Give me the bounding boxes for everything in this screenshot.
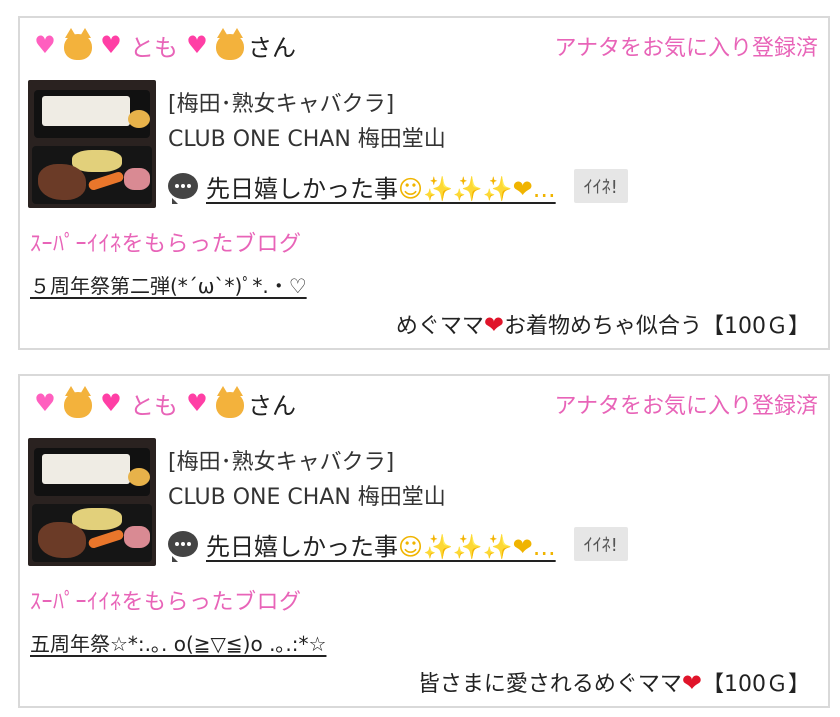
blog-title-link[interactable]: 先日嬉しかった事☺✨✨✨❤︎...: [206, 527, 556, 562]
blog-line: 先日嬉しかった事☺✨✨✨❤︎... ｲｲﾈ!: [168, 168, 628, 204]
blog-line: 先日嬉しかった事☺✨✨✨❤︎... ｲｲﾈ!: [168, 526, 628, 562]
favorite-card: ♥ ♥ とも ♥ さん アナタをお気に入り登録済 [梅田･熟女キャバクラ] CL…: [18, 374, 830, 708]
blog-title-emoji: ☺✨✨✨❤︎...: [398, 174, 556, 203]
iine-button[interactable]: ｲｲﾈ!: [573, 527, 628, 561]
blog-title-emoji: ☺✨✨✨❤︎...: [398, 532, 556, 561]
shop-category: [梅田･熟女キャバクラ]: [168, 450, 395, 475]
sparkling-heart-icon: ♥: [100, 389, 122, 417]
user-suffix: さん: [248, 391, 296, 420]
super-iine-blog-link[interactable]: 五周年祭☆*:.｡. o(≧▽≦)o .｡.:*☆: [30, 628, 326, 657]
super-iine-blog-link[interactable]: ５周年祭第二弾(*´ω`*)ﾟ*.・♡: [30, 270, 307, 299]
iine-button[interactable]: ｲｲﾈ!: [573, 169, 628, 203]
red-heart-icon: ❤: [681, 669, 702, 697]
favorite-status: アナタをお気に入り登録済: [554, 394, 818, 419]
shop-name[interactable]: CLUB ONE CHAN 梅田堂山: [168, 479, 446, 511]
sparkling-heart-icon: ♥: [186, 31, 208, 59]
super-iine-label: ｽｰﾊﾟｰｲｲﾈをもらったブログ: [30, 590, 302, 615]
red-heart-icon: ❤: [483, 311, 504, 339]
gift-comment: 皆さまに愛されるめぐママ❤【100Ｇ】: [417, 669, 810, 697]
sparkling-heart-icon: ♥: [186, 389, 208, 417]
pink-heart-icon: ♥: [34, 389, 56, 417]
cat-icon: [64, 386, 92, 418]
user-name-row[interactable]: ♥ ♥ とも ♥ さん: [30, 26, 296, 64]
blog-thumbnail[interactable]: [28, 80, 156, 208]
gift-comment: めぐママ❤お着物めちゃ似合う【100Ｇ】: [395, 311, 810, 339]
blog-thumbnail[interactable]: [28, 438, 156, 566]
shop-category: [梅田･熟女キャバクラ]: [168, 92, 395, 117]
user-name: とも: [130, 391, 178, 420]
cat-icon: [64, 28, 92, 60]
user-name: とも: [130, 33, 178, 62]
blog-title-link[interactable]: 先日嬉しかった事☺✨✨✨❤︎...: [206, 169, 556, 204]
favorite-status: アナタをお気に入り登録済: [554, 36, 818, 61]
user-suffix: さん: [248, 33, 296, 62]
favorite-card: ♥ ♥ とも ♥ さん アナタをお気に入り登録済 [梅田･熟女キャバクラ] CL…: [18, 16, 830, 350]
shop-name[interactable]: CLUB ONE CHAN 梅田堂山: [168, 121, 446, 153]
pink-heart-icon: ♥: [34, 31, 56, 59]
speech-bubble-icon: [168, 531, 198, 562]
speech-bubble-icon: [168, 173, 198, 204]
user-name-row[interactable]: ♥ ♥ とも ♥ さん: [30, 384, 296, 422]
cat-icon: [216, 386, 244, 418]
sparkling-heart-icon: ♥: [100, 31, 122, 59]
super-iine-label: ｽｰﾊﾟｰｲｲﾈをもらったブログ: [30, 232, 302, 257]
cat-icon: [216, 28, 244, 60]
